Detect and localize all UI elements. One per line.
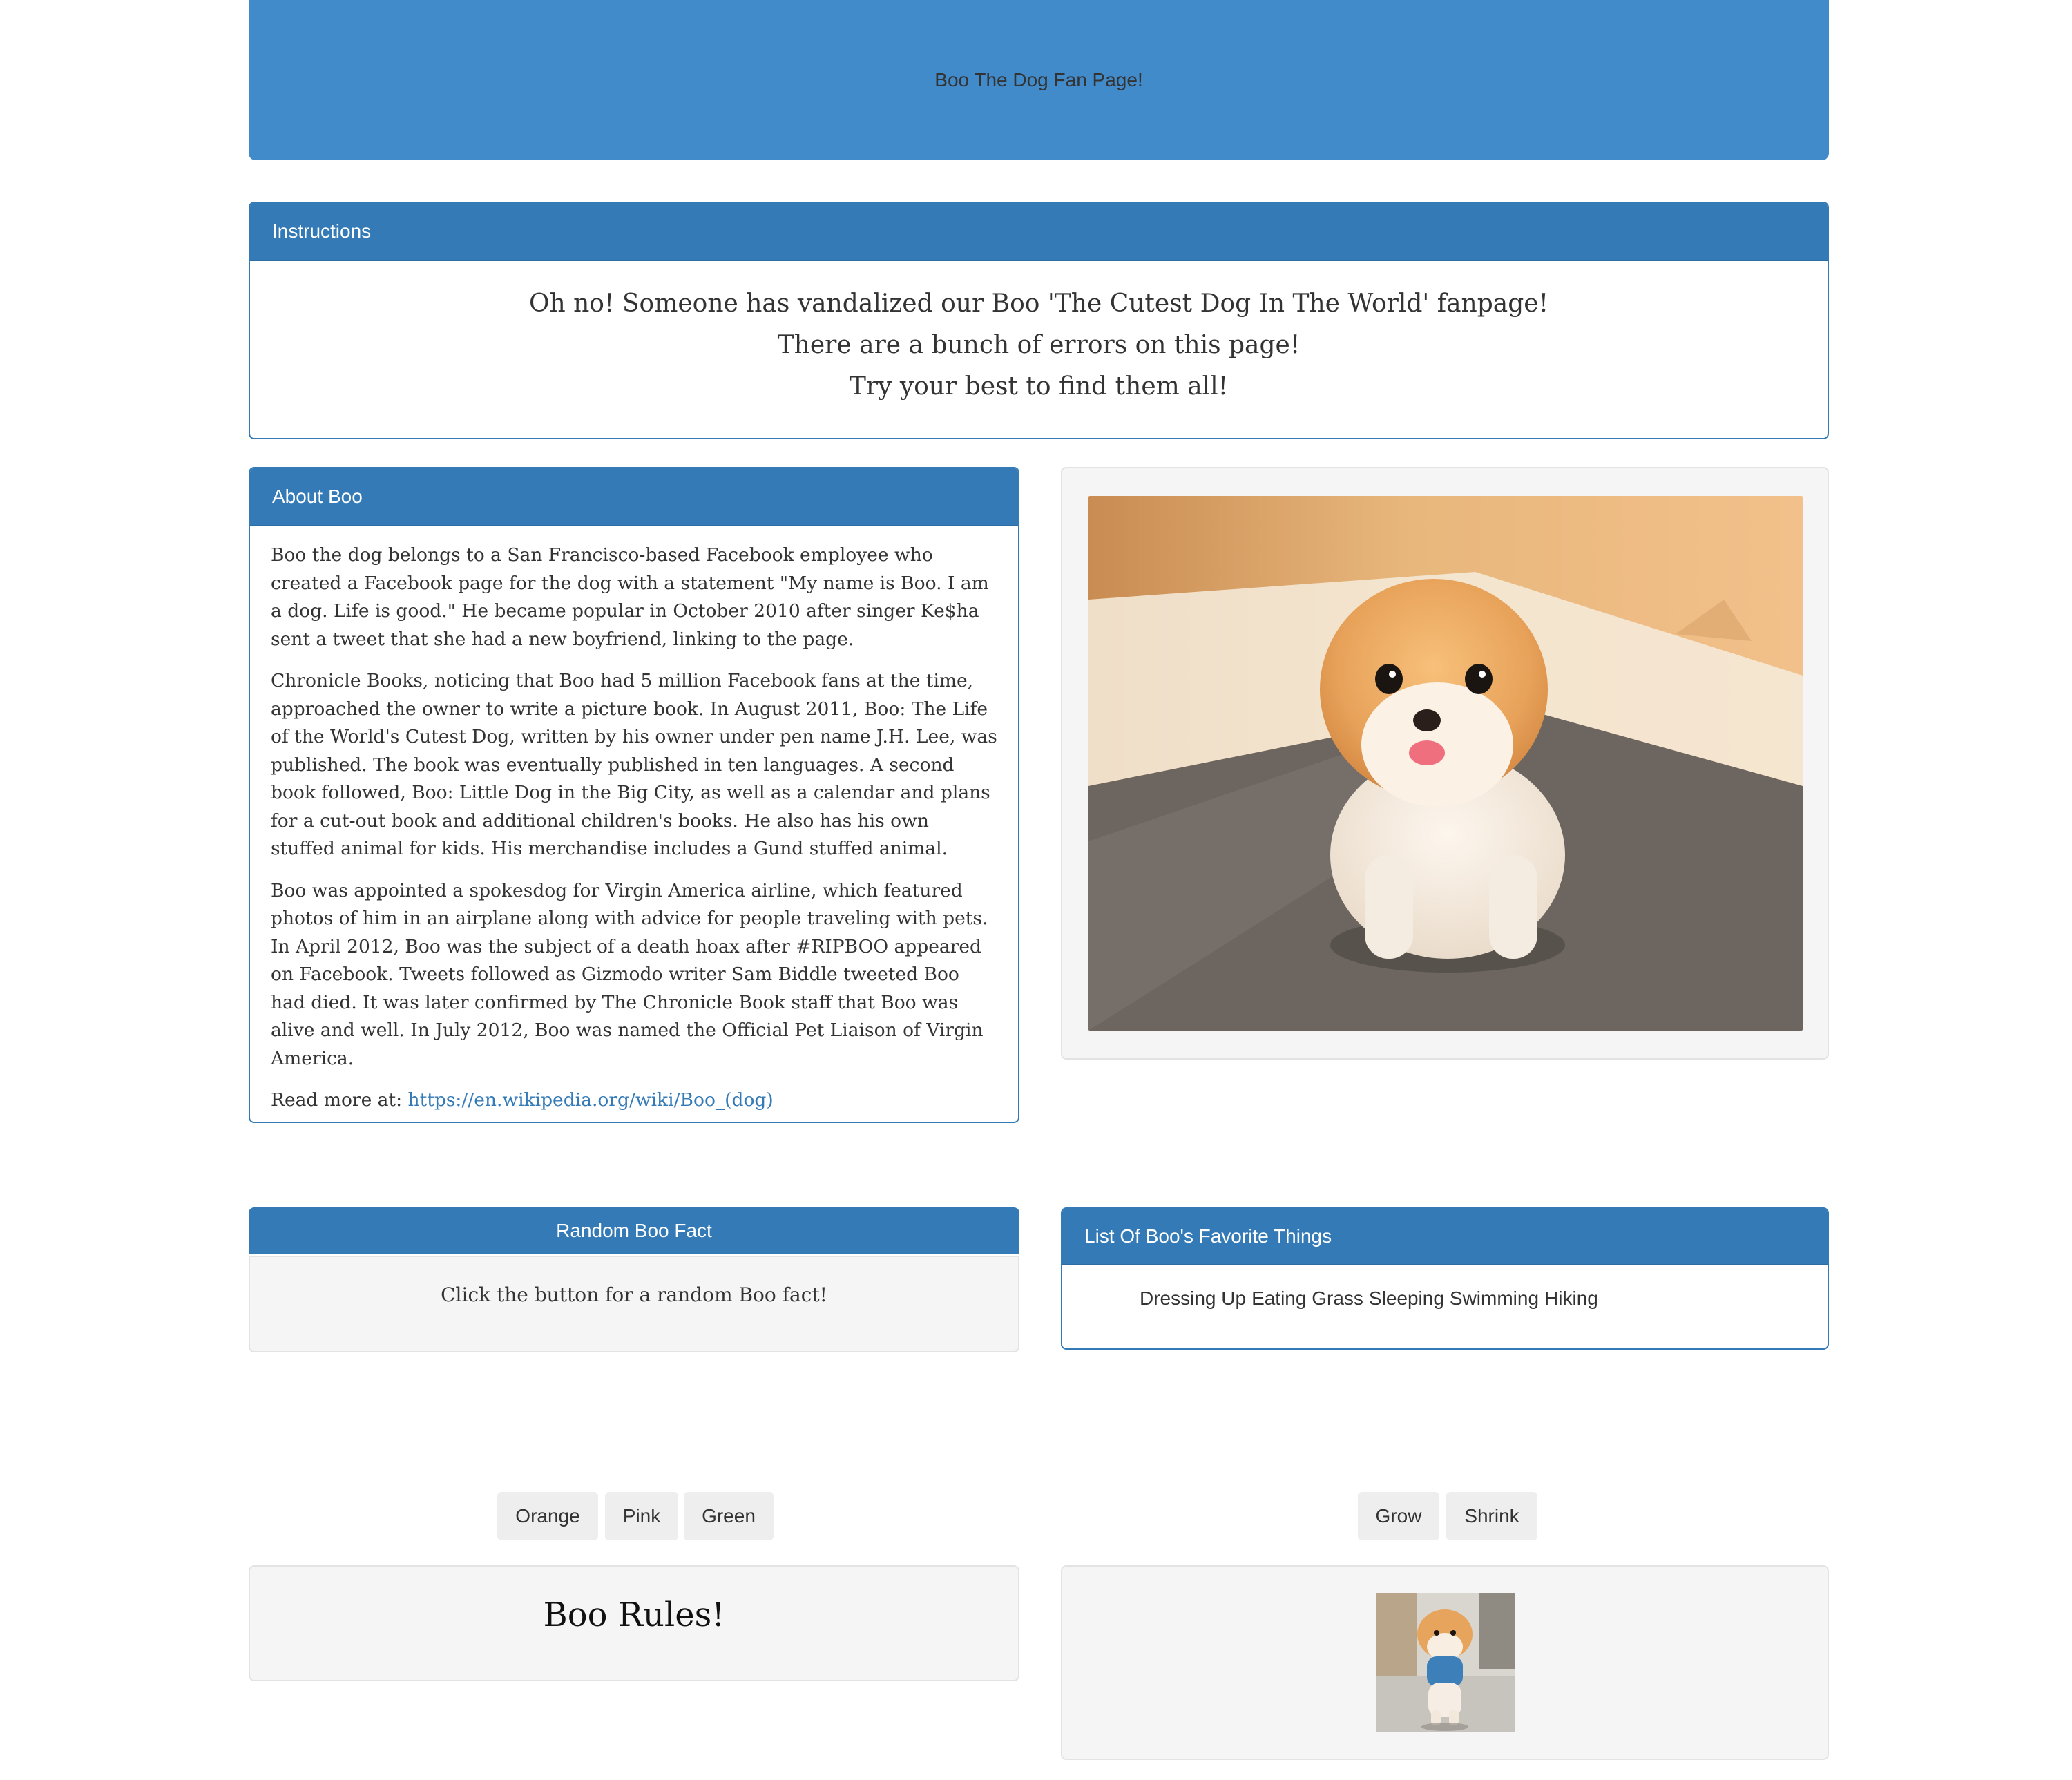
instructions-line: Oh no! Someone has vandalized our Boo 'T… <box>528 289 1549 318</box>
favorite-item: Eating Grass <box>1251 1288 1363 1309</box>
instructions-panel: Instructions Oh no! Someone has vandaliz… <box>249 202 1829 439</box>
green-button[interactable]: Green <box>684 1492 774 1540</box>
random-fact-text: Click the button for a random Boo fact! <box>249 1256 1019 1352</box>
about-paragraph: Chronicle Books, noticing that Boo had 5… <box>271 670 997 859</box>
random-fact-panel: Random Boo Fact Click the button for a r… <box>249 1207 1019 1352</box>
favorites-body: Dressing Up Eating Grass Sleeping Swimmi… <box>1062 1265 1828 1310</box>
favorite-item: Hiking <box>1544 1288 1598 1309</box>
dog-photo <box>1088 496 1803 1031</box>
grow-button[interactable]: Grow <box>1358 1492 1439 1540</box>
favorites-panel: List Of Boo's Favorite Things Dressing U… <box>1061 1207 1829 1350</box>
favorite-item: Dressing Up <box>1140 1288 1247 1309</box>
small-dog-photo <box>1376 1593 1515 1732</box>
wikipedia-link[interactable]: https://en.wikipedia.org/wiki/Boo_(dog) <box>408 1089 774 1111</box>
pink-button[interactable]: Pink <box>605 1492 678 1540</box>
instructions-line: Try your best to find them all! <box>849 372 1229 401</box>
instructions-line: There are a bunch of errors on this page… <box>777 331 1301 359</box>
boo-rules-text: Boo Rules! <box>543 1596 725 1634</box>
favorites-list: Dressing Up Eating Grass Sleeping Swimmi… <box>1140 1288 1828 1310</box>
page: Boo The Dog Fan Page! Instructions Oh no… <box>0 0 2072 1780</box>
boo-rules-well: Boo Rules! <box>249 1565 1019 1681</box>
orange-button[interactable]: Orange <box>497 1492 598 1540</box>
page-title: Boo The Dog Fan Page! <box>934 69 1143 90</box>
about-body: Boo the dog belongs to a San Francisco-b… <box>250 526 1018 1115</box>
about-heading: About Boo <box>250 468 1018 526</box>
favorites-heading: List Of Boo's Favorite Things <box>1062 1209 1828 1265</box>
shrink-button[interactable]: Shrink <box>1446 1492 1537 1540</box>
favorite-item: Swimming <box>1449 1288 1539 1309</box>
random-fact-button[interactable]: Random Boo Fact <box>249 1207 1019 1254</box>
about-paragraph: Boo the dog belongs to a San Francisco-b… <box>271 544 989 650</box>
read-more-label: Read more at: <box>271 1089 403 1111</box>
page-header: Boo The Dog Fan Page! <box>249 0 1829 160</box>
instructions-body: Oh no! Someone has vandalized our Boo 'T… <box>250 261 1828 408</box>
instructions-heading: Instructions <box>250 203 1828 261</box>
favorite-item: Sleeping <box>1368 1288 1444 1309</box>
pomeranian-dog-photo-icon <box>1088 496 1803 1031</box>
read-more: Read more at: https://en.wikipedia.org/w… <box>271 1087 997 1115</box>
pomeranian-dog-street-photo-icon <box>1376 1593 1515 1732</box>
about-paragraph: Boo was appointed a spokesdog for Virgin… <box>271 879 988 1069</box>
about-panel: About Boo Boo the dog belongs to a San F… <box>249 467 1019 1123</box>
